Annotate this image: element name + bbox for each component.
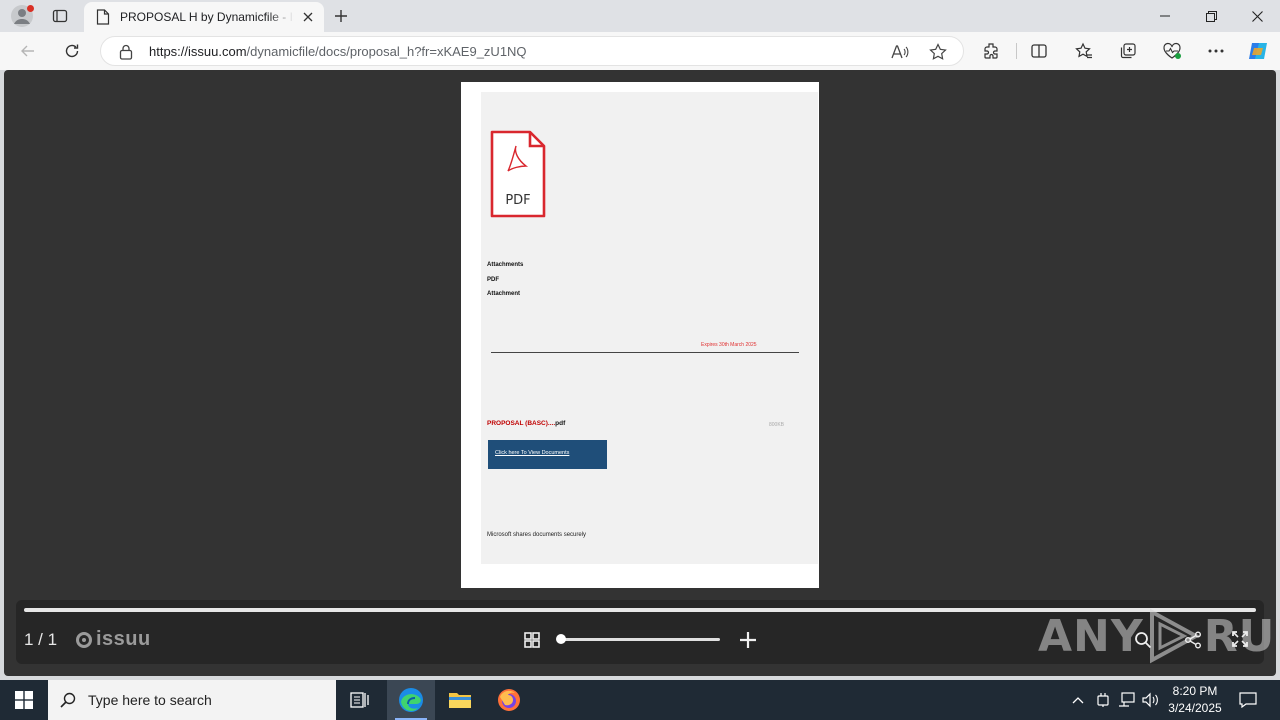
issuu-logo[interactable]: issuu — [76, 628, 151, 651]
close-icon[interactable] — [300, 9, 316, 25]
browser-toolbar: https://issuu.com/dynamicfile/docs/propo… — [0, 32, 1280, 70]
fullscreen-icon[interactable] — [1232, 631, 1248, 647]
back-icon[interactable] — [14, 37, 42, 65]
more-icon[interactable] — [1202, 37, 1230, 65]
lock-icon[interactable] — [119, 44, 133, 60]
plus-icon[interactable] — [330, 5, 352, 27]
windows-taskbar: Type here to search 8:20 PM 3/24/2025 — [0, 680, 1280, 720]
search-icon[interactable] — [1134, 631, 1152, 649]
pdf-icon-label: PDF — [505, 193, 530, 208]
star-icon[interactable] — [927, 41, 949, 63]
active-tab[interactable]: PROPOSAL H by Dynamicfile - Issuu — [84, 2, 324, 32]
network-icon[interactable] — [1116, 680, 1138, 720]
file-explorer-icon[interactable] — [436, 680, 484, 720]
issuu-viewer: PDF Attachments PDF Attachment Expires 3… — [4, 70, 1280, 676]
collections-icon[interactable] — [1114, 37, 1142, 65]
zoom-slider-track[interactable] — [560, 638, 720, 641]
expiry-text: Expires 30th March 2025 — [701, 342, 757, 348]
address-bar[interactable]: https://issuu.com/dynamicfile/docs/propo… — [100, 36, 964, 66]
pdf-line: PDF — [487, 277, 499, 283]
share-icon[interactable] — [1184, 631, 1202, 649]
toolbar-separator — [1016, 43, 1017, 59]
grid-view-icon[interactable] — [524, 632, 540, 648]
minimize-icon[interactable] — [1142, 0, 1188, 32]
restore-icon[interactable] — [1188, 0, 1234, 32]
url-text[interactable]: https://issuu.com/dynamicfile/docs/propo… — [149, 44, 527, 59]
zoom-slider-handle[interactable] — [556, 634, 566, 644]
document-page[interactable]: PDF Attachments PDF Attachment Expires 3… — [461, 82, 819, 588]
chevron-up-icon[interactable] — [1068, 680, 1088, 720]
copilot-icon[interactable] — [1244, 37, 1272, 65]
tab-actions-icon[interactable] — [48, 4, 72, 28]
read-aloud-icon[interactable] — [889, 41, 911, 63]
device-icon[interactable] — [1094, 680, 1112, 720]
clock-time: 8:20 PM — [1172, 684, 1218, 698]
document-content: PDF Attachments PDF Attachment Expires 3… — [481, 92, 818, 564]
file-size: 800KB — [769, 422, 785, 428]
window-close-icon[interactable] — [1234, 0, 1280, 32]
issuu-mark-icon — [76, 631, 92, 648]
attachment-line: Attachment — [487, 291, 521, 297]
firefox-icon[interactable] — [485, 680, 533, 720]
clock-date: 3/24/2025 — [1168, 701, 1222, 715]
footer-note: Microsoft shares documents securely — [487, 532, 587, 538]
attachments-heading: Attachments — [487, 262, 524, 268]
page-icon — [96, 9, 110, 25]
page-indicator: 1 / 1 — [24, 630, 58, 649]
favorites-icon[interactable] — [1070, 37, 1098, 65]
taskbar-search-box[interactable]: Type here to search — [48, 680, 336, 720]
notification-dot — [27, 5, 34, 12]
extensions-icon[interactable] — [977, 37, 1005, 65]
system-clock[interactable]: 8:20 PM 3/24/2025 — [1160, 683, 1230, 717]
pdf-file-icon: PDF — [490, 130, 546, 218]
zoom-in-icon[interactable] — [738, 630, 758, 650]
divider — [491, 352, 799, 353]
proposal-filename: PROPOSAL (BASC)....pdf — [487, 420, 566, 427]
edge-taskbar-icon[interactable] — [387, 680, 435, 720]
refresh-icon[interactable] — [58, 37, 86, 65]
tab-strip: PROPOSAL H by Dynamicfile - Issuu — [0, 0, 1280, 32]
view-documents-button[interactable]: Click here To View Documents — [488, 440, 607, 469]
search-icon — [60, 692, 76, 708]
search-placeholder: Type here to search — [88, 692, 212, 708]
split-screen-icon[interactable] — [1025, 37, 1053, 65]
notification-icon[interactable] — [1236, 680, 1260, 720]
windows-start-icon[interactable] — [0, 680, 48, 720]
performance-icon[interactable] — [1158, 37, 1186, 65]
volume-icon[interactable] — [1140, 680, 1162, 720]
task-view-icon[interactable] — [336, 680, 384, 720]
tab-title: PROPOSAL H by Dynamicfile - Issuu — [120, 10, 294, 24]
